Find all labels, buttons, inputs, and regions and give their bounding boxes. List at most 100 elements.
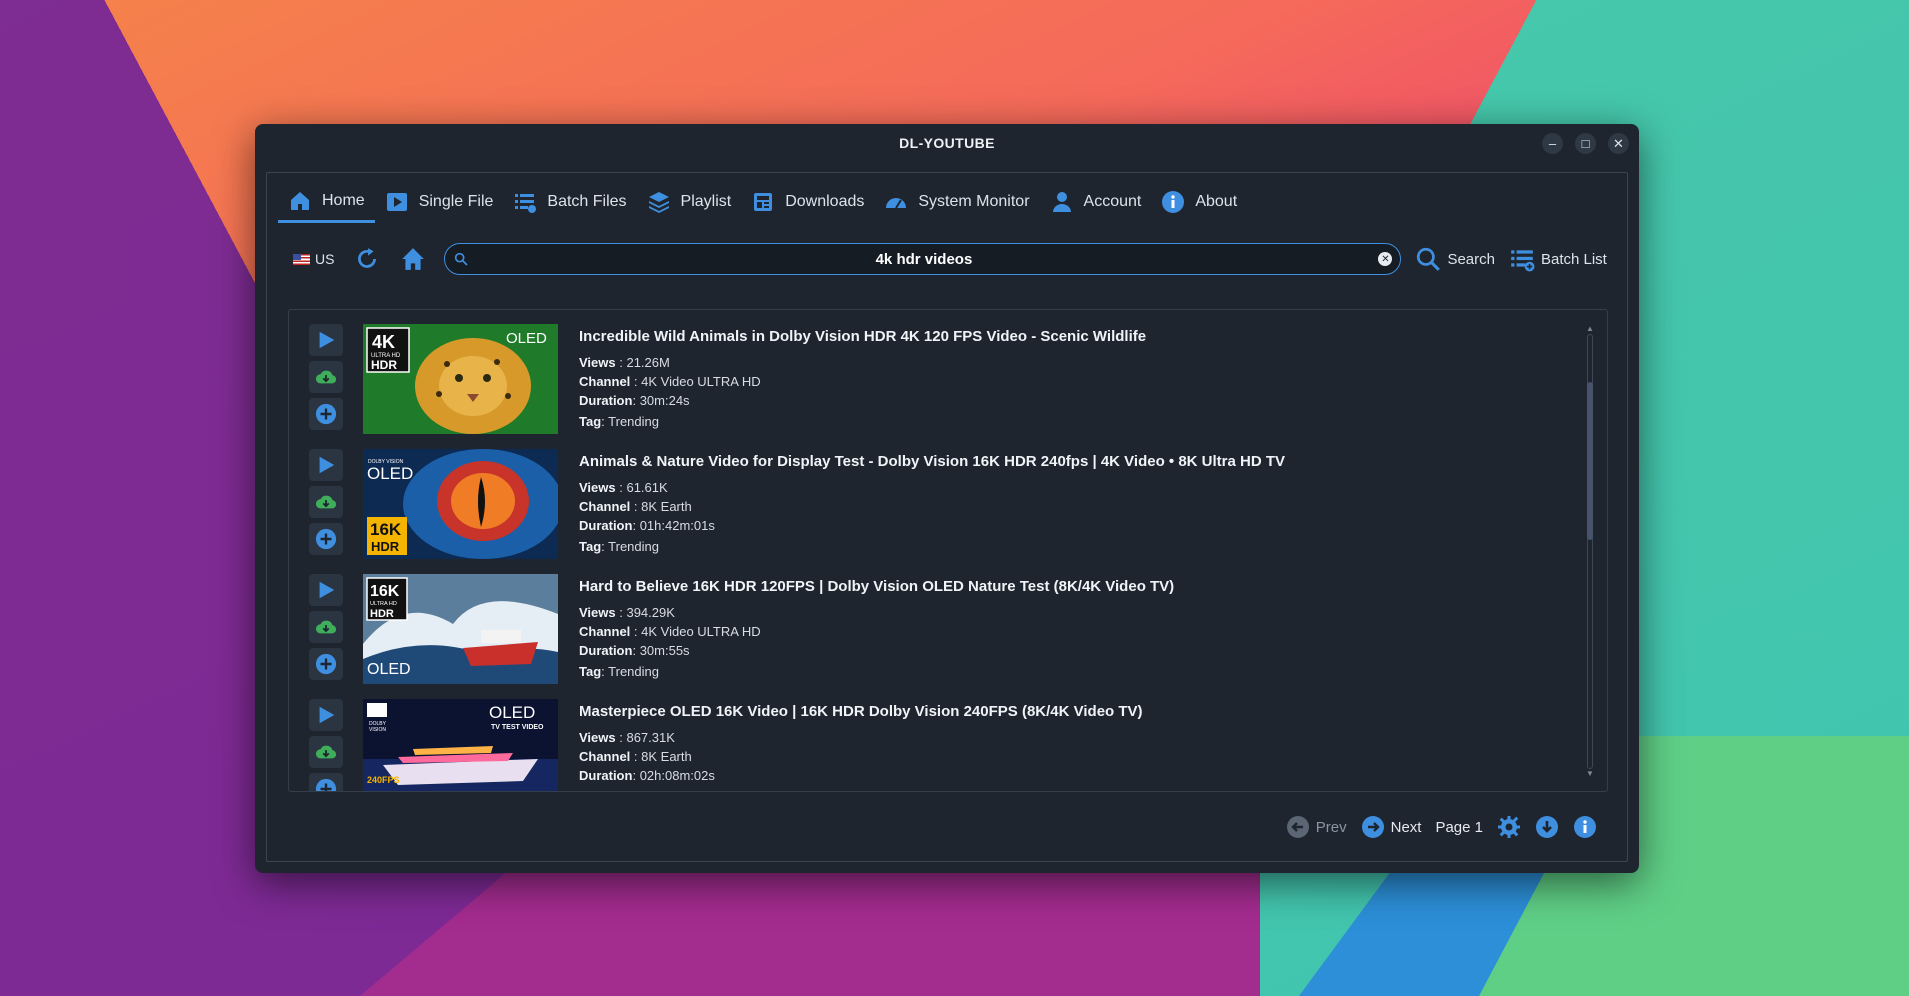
results-list[interactable]: 4K ULTRA HD HDR OLED Incredible Wild Ani…: [288, 309, 1608, 792]
tab-bar: Home Single File Batch Files Playlist Do…: [278, 179, 1247, 225]
leopard-thumbnail-image: 4K ULTRA HD HDR OLED: [363, 324, 558, 434]
search-button[interactable]: Search: [1415, 246, 1495, 272]
play-icon: [319, 456, 335, 474]
tab-label: Playlist: [680, 193, 732, 210]
tab-label: Home: [322, 191, 365, 209]
play-button[interactable]: [309, 574, 343, 606]
add-to-batch-button[interactable]: [309, 773, 343, 791]
vertical-scrollbar[interactable]: ▲ ▼: [1585, 324, 1595, 779]
tab-account[interactable]: Account: [1040, 181, 1152, 223]
settings-gear-icon[interactable]: [1497, 815, 1521, 839]
tab-home[interactable]: Home: [278, 181, 375, 223]
arrow-right-circle-icon: [1361, 816, 1384, 838]
download-button[interactable]: [309, 486, 343, 518]
meta-duration: Duration: 02h:08m:02s: [579, 768, 715, 783]
title-bar[interactable]: DL-YOUTUBE – □ ✕: [255, 124, 1639, 162]
search-input[interactable]: [469, 249, 1379, 269]
meta-views: Views : 61.61K: [579, 480, 668, 495]
minimize-button[interactable]: –: [1542, 133, 1563, 154]
thumb-badge: OLED: [367, 661, 411, 678]
video-thumbnail[interactable]: DOLBY VISION OLED 16K HDR: [363, 449, 558, 559]
ship-waves-thumbnail-image: 16K ULTRA HD HDR OLED: [363, 574, 558, 684]
video-info: Masterpiece OLED 16K Video | 16K HDR Dol…: [579, 703, 1559, 785]
download-button[interactable]: [309, 361, 343, 393]
tab-about[interactable]: About: [1151, 181, 1247, 223]
thumb-badge: 240FPS: [367, 775, 400, 785]
search-icon: [455, 252, 469, 266]
thumb-badge: ULTRA HD: [370, 601, 397, 607]
prev-label: Prev: [1315, 818, 1347, 836]
thumb-badge: HDR: [371, 539, 400, 554]
refresh-icon[interactable]: [354, 246, 380, 272]
video-title[interactable]: Masterpiece OLED 16K Video | 16K HDR Dol…: [579, 703, 1559, 720]
list-add-icon: [515, 194, 537, 213]
add-to-batch-button[interactable]: [309, 398, 343, 430]
thumb-badge: HDR: [371, 358, 397, 372]
add-to-batch-button[interactable]: [309, 523, 343, 555]
thumb-badge: OLED: [489, 703, 535, 722]
stack-icon: [648, 192, 669, 213]
search-icon: [1417, 247, 1441, 271]
meta-duration: Duration: 30m:55s: [579, 643, 690, 658]
batch-list-button[interactable]: Batch List: [1509, 246, 1607, 272]
meta-views: Views : 867.31K: [579, 730, 675, 745]
plus-circle-icon: [315, 403, 337, 425]
thumb-badge: 16K: [370, 520, 402, 539]
plus-circle-icon: [315, 653, 337, 675]
svg-text:VISION: VISION: [369, 727, 386, 733]
play-button[interactable]: [309, 699, 343, 731]
info-icon[interactable]: [1573, 815, 1597, 839]
scroll-down-arrow-icon[interactable]: ▼: [1585, 769, 1595, 779]
video-thumbnail[interactable]: 16K ULTRA HD HDR OLED: [363, 574, 558, 684]
search-field[interactable]: ✕: [444, 243, 1402, 275]
us-flag-icon: [293, 253, 310, 265]
video-thumbnail[interactable]: 4K ULTRA HD HDR OLED: [363, 324, 558, 434]
batch-list-label: Batch List: [1540, 250, 1607, 268]
play-icon: [386, 193, 407, 211]
list-item: DOLBY VISION OLED TV TEST VIDEO 240FPS M…: [289, 699, 1569, 791]
thumb-badge: OLED: [367, 464, 413, 483]
cloud-download-icon: [315, 370, 337, 384]
play-icon: [319, 706, 335, 724]
video-info: Animals & Nature Video for Display Test …: [579, 453, 1559, 556]
pagination-bar: Prev Next Page 1: [1286, 815, 1597, 839]
app-window: DL-YOUTUBE – □ ✕ Home Single File Batch …: [255, 124, 1639, 873]
download-circle-icon[interactable]: [1535, 815, 1559, 839]
maximize-button[interactable]: □: [1575, 133, 1596, 154]
page-indicator: Page 1: [1435, 818, 1483, 836]
thumb-badge: OLED: [506, 330, 547, 347]
add-to-batch-button[interactable]: [309, 648, 343, 680]
arrow-left-circle-icon: [1286, 816, 1309, 838]
tab-downloads[interactable]: Downloads: [741, 181, 874, 223]
plus-circle-icon: [315, 528, 337, 550]
window-controls: – □ ✕: [1542, 133, 1629, 154]
meta-tag: Tag: Trending: [579, 414, 659, 429]
tab-label: Account: [1083, 193, 1142, 210]
next-page-button[interactable]: Next: [1361, 815, 1421, 839]
download-button[interactable]: [309, 611, 343, 643]
tab-playlist[interactable]: Playlist: [637, 181, 742, 223]
tab-label: Batch Files: [547, 193, 627, 210]
video-thumbnail[interactable]: DOLBY VISION OLED TV TEST VIDEO 240FPS: [363, 699, 558, 791]
meta-tag: Tag: Trending: [579, 664, 659, 679]
tab-single-file[interactable]: Single File: [375, 181, 504, 223]
cloud-download-icon: [315, 745, 337, 759]
close-button[interactable]: ✕: [1608, 133, 1629, 154]
play-button[interactable]: [309, 449, 343, 481]
list-add-icon: [1511, 250, 1535, 272]
tab-batch-files[interactable]: Batch Files: [503, 181, 636, 223]
prev-page-button[interactable]: Prev: [1286, 815, 1347, 839]
download-button[interactable]: [309, 736, 343, 768]
meta-channel: Channel : 4K Video ULTRA HD: [579, 624, 761, 639]
scroll-thumb[interactable]: [1587, 382, 1593, 540]
tab-system-monitor[interactable]: System Monitor: [874, 181, 1039, 223]
play-button[interactable]: [309, 324, 343, 356]
scroll-up-arrow-icon[interactable]: ▲: [1585, 324, 1595, 334]
locale-selector[interactable]: US: [293, 251, 334, 267]
video-title[interactable]: Hard to Believe 16K HDR 120FPS | Dolby V…: [579, 578, 1559, 595]
clear-search-button[interactable]: ✕: [1378, 252, 1393, 266]
video-title[interactable]: Incredible Wild Animals in Dolby Vision …: [579, 328, 1559, 345]
user-icon: [1052, 192, 1071, 212]
video-title[interactable]: Animals & Nature Video for Display Test …: [579, 453, 1559, 470]
home-icon[interactable]: [400, 246, 426, 272]
